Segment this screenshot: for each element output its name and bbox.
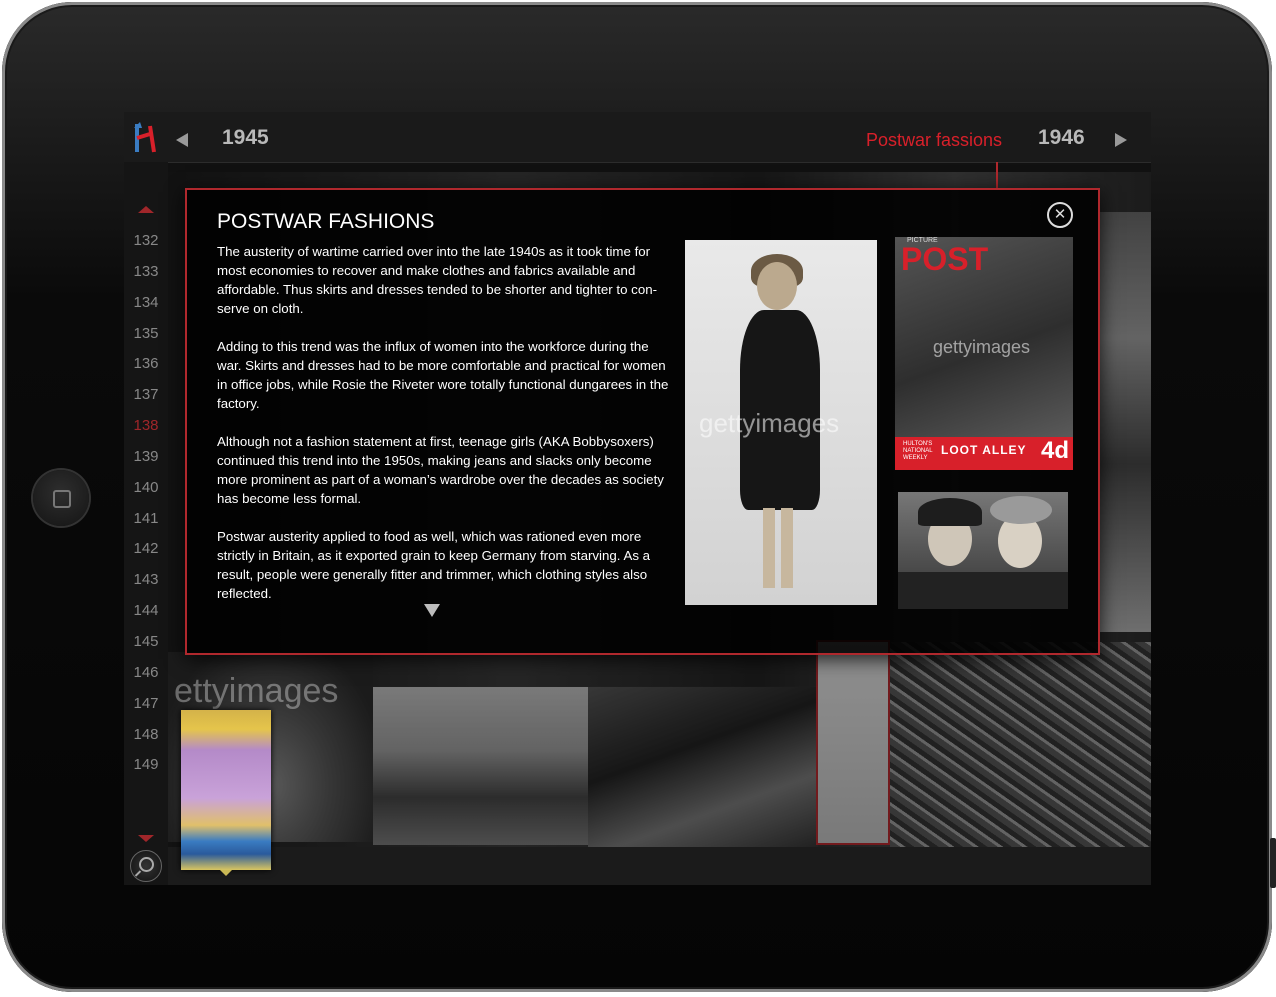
photo-hat-right: [990, 496, 1052, 524]
prev-year-label[interactable]: 1945: [222, 126, 269, 150]
magnifier-handle: [134, 870, 142, 877]
magazine-side-text: HULTON'S NATIONAL WEEKLY: [903, 441, 933, 461]
magazine-title: POST: [901, 241, 989, 277]
page-up-arrow-icon[interactable]: [138, 206, 154, 213]
page-number-item[interactable]: 133: [124, 257, 168, 288]
page-number-item[interactable]: 140: [124, 473, 168, 504]
page-number-list: 132 133 134 135 136 137 138 139 140 141 142 143 144 1…: [124, 226, 168, 781]
page-number-item[interactable]: 137: [124, 380, 168, 411]
modal-paragraph: Although not a fashion statement at firs…: [217, 434, 664, 506]
photo-woman-black-dress[interactable]: gettyimages: [685, 240, 877, 605]
h-logo-icon[interactable]: [134, 122, 158, 154]
photo-figure-legs: [763, 508, 793, 588]
page-number-item[interactable]: 141: [124, 504, 168, 535]
home-button[interactable]: [33, 470, 89, 526]
tablet-side-button: [1270, 838, 1276, 888]
article-modal: POSTWAR FASHIONS The austerity of wartim…: [185, 188, 1100, 655]
page-number-item[interactable]: 145: [124, 627, 168, 658]
page-number-item[interactable]: 136: [124, 349, 168, 380]
modal-body-text: The austerity of wartime carried over in…: [217, 242, 672, 622]
photo-magazine-cover[interactable]: PICTURE POST gettyimages HULTON'S NATION…: [895, 237, 1073, 470]
page-number-item[interactable]: 132: [124, 226, 168, 257]
current-topic-label[interactable]: Postwar fassions: [866, 130, 1002, 151]
photo-coats: [898, 572, 1068, 609]
page-number-item[interactable]: 134: [124, 288, 168, 319]
page-number-item[interactable]: 144: [124, 596, 168, 627]
photo-two-women-hats[interactable]: [898, 492, 1068, 609]
infographic-thumbnail[interactable]: [181, 710, 271, 870]
magnifier-icon: [139, 857, 154, 872]
next-year-arrow-icon[interactable]: [1115, 133, 1127, 147]
page-sidebar: 132 133 134 135 136 137 138 139 140 141 142 143 144 1…: [124, 162, 168, 885]
modal-paragraph: Adding to this trend was the influx of w…: [217, 339, 669, 411]
scroll-down-arrow-icon[interactable]: [424, 604, 440, 617]
page-number-item[interactable]: 148: [124, 720, 168, 751]
page-number-item[interactable]: 142: [124, 534, 168, 565]
modal-paragraph: Postwar austerity applied to food as wel…: [217, 529, 651, 601]
close-icon[interactable]: ✕: [1047, 202, 1073, 228]
page-number-item[interactable]: 143: [124, 565, 168, 596]
home-square-icon: [53, 490, 71, 508]
bottom-bar: [168, 847, 1151, 885]
photo-figure-head: [757, 262, 797, 310]
next-year-label[interactable]: 1946: [1038, 126, 1085, 150]
page-down-arrow-icon[interactable]: [138, 835, 154, 842]
page-number-item[interactable]: 139: [124, 442, 168, 473]
modal-paragraph: The austerity of wartime carried over in…: [217, 244, 658, 316]
photo-watermark: gettyimages: [699, 408, 840, 438]
page-number-item[interactable]: 149: [124, 750, 168, 781]
thumbnail-pointer-icon: [220, 870, 232, 876]
prev-year-arrow-icon[interactable]: [176, 133, 188, 147]
magazine-price: 4d: [1041, 437, 1070, 464]
magazine-watermark: gettyimages: [933, 337, 1031, 357]
page-number-item[interactable]: 147: [124, 689, 168, 720]
page-number-item[interactable]: 135: [124, 319, 168, 350]
top-bar: 1945 Postwar fassions 1946: [124, 112, 1151, 163]
page-number-item[interactable]: 138: [124, 411, 168, 442]
photo-hat-left: [918, 498, 982, 526]
page-number-item[interactable]: 146: [124, 658, 168, 689]
topic-connector-line: [996, 162, 998, 188]
search-button[interactable]: [130, 850, 162, 882]
modal-title: POSTWAR FASHIONS: [217, 210, 435, 233]
magazine-headline: LOOT ALLEY: [941, 443, 1027, 457]
collage-watermark: ettyimages: [174, 672, 339, 710]
